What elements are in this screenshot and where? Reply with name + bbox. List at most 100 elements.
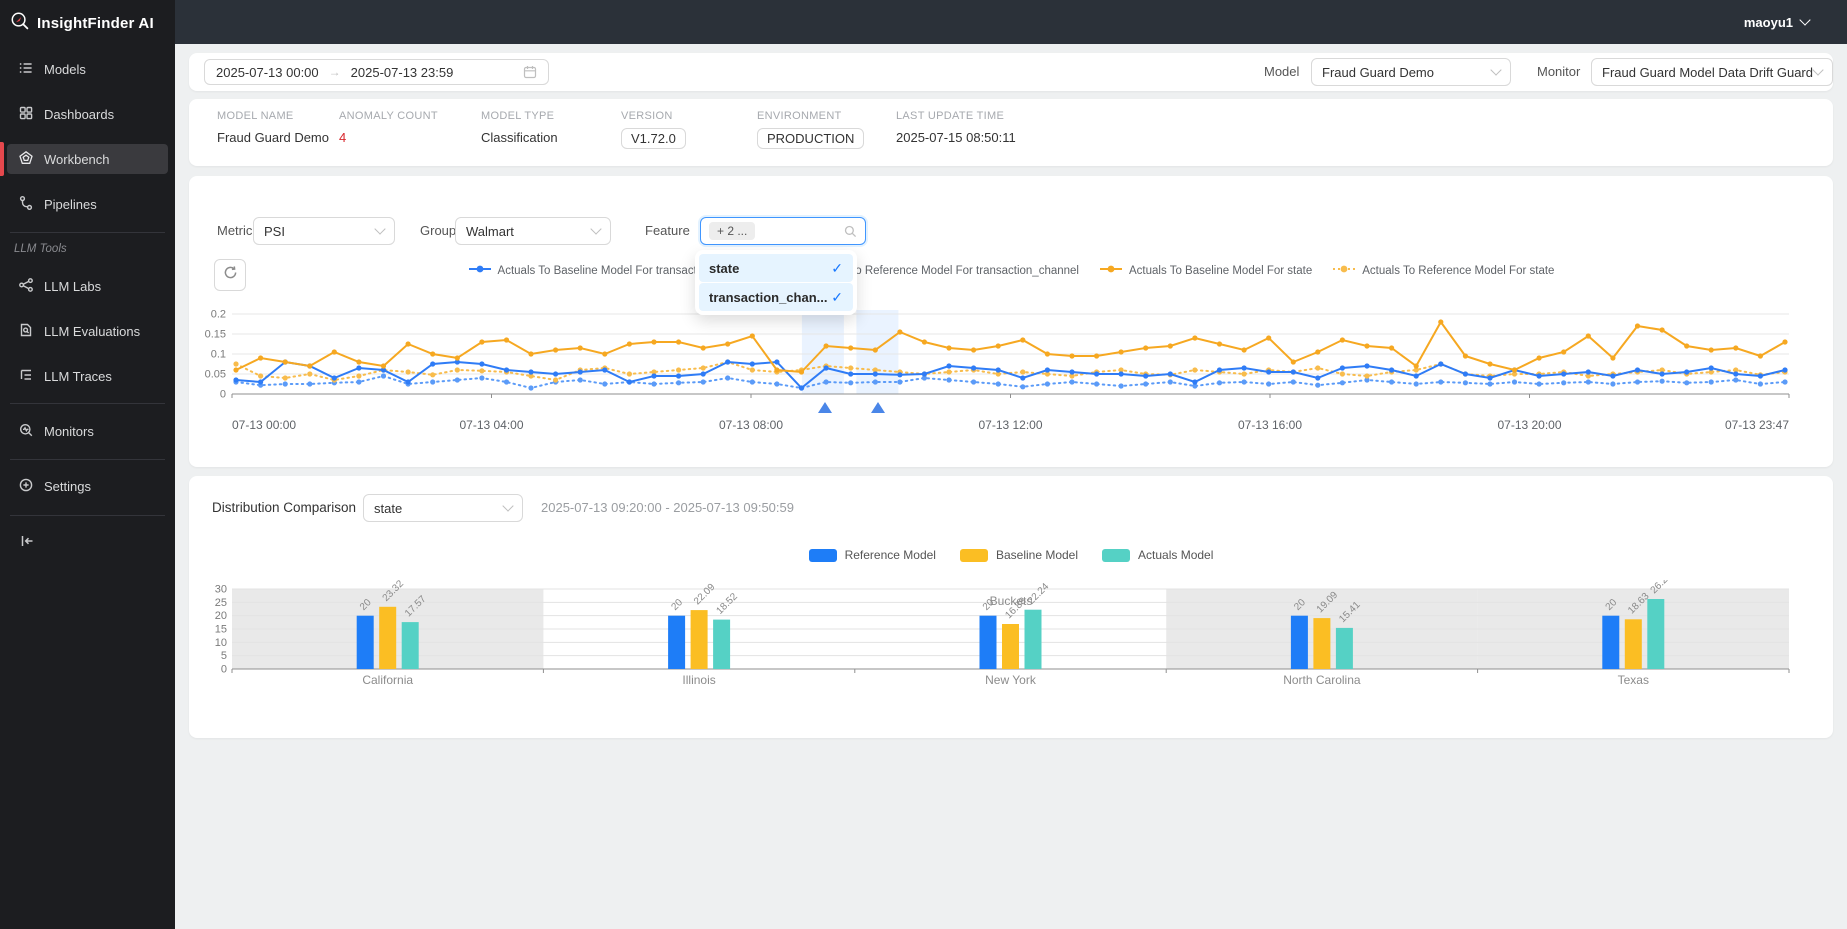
monitor-select-value: Fraud Guard Model Data Drift Guard (1602, 64, 1813, 80)
sidebar-item-label: Pipelines (44, 196, 97, 212)
anomaly-count-value: 4 (339, 130, 347, 145)
sidebar-item-pipelines[interactable]: Pipelines (7, 189, 168, 219)
calendar-icon (523, 65, 537, 79)
legend-swatch (808, 548, 837, 562)
x-axis-tick-label: 07-13 12:00 (978, 418, 1043, 432)
sidebar-divider (10, 515, 165, 516)
svg-text:0.2: 0.2 (211, 309, 226, 321)
field-value: Classification (481, 130, 558, 145)
svg-text:New York: New York (985, 673, 1037, 687)
legend-label: Actuals To Baseline Model For state (1129, 264, 1313, 277)
monitor-select-label: Monitor (1537, 64, 1581, 79)
feature-dropdown-menu: state ✓ transaction_chan... ✓ (695, 250, 857, 315)
distribution-select-value: state (374, 500, 403, 516)
date-start: 2025-07-13 00:00 (216, 64, 319, 80)
feature-multiselect[interactable]: + 2 ... (700, 217, 866, 245)
svg-text:California: California (362, 673, 413, 687)
chevron-down-icon (590, 223, 602, 235)
insightfinder-logo-icon (10, 11, 30, 36)
environment-badge: PRODUCTION (757, 128, 865, 149)
distribution-card: Distribution Comparison state 2025-07-13… (189, 476, 1833, 738)
svg-text:20: 20 (215, 610, 227, 622)
legend-marker (1332, 264, 1356, 277)
x-axis-tick-label: 07-13 00:00 (232, 418, 297, 432)
bar-chart-legend: Reference Model Baseline Model Actuals M… (189, 548, 1833, 562)
metric-select[interactable]: PSI (253, 217, 395, 245)
sidebar-item-monitors[interactable]: Monitors (7, 416, 168, 446)
dropdown-option-transaction-channel[interactable]: transaction_chan... ✓ (699, 283, 853, 311)
group-select-value: Walmart (466, 223, 514, 239)
x-axis-tick-label: 07-13 08:00 (718, 418, 784, 432)
sidebar-item-llm-evaluations[interactable]: LLM Evaluations (7, 316, 168, 346)
feature-select-label: Feature (645, 223, 690, 238)
search-icon (844, 225, 857, 238)
monitors-icon (18, 422, 34, 441)
user-menu[interactable]: maoyu1 (1744, 0, 1811, 44)
date-range-picker[interactable]: 2025-07-13 00:00 → 2025-07-13 23:59 (204, 59, 549, 85)
anomaly-count-field: ANOMALY COUNT 4 (339, 99, 438, 145)
date-end: 2025-07-13 23:59 (350, 64, 454, 80)
svg-text:5: 5 (221, 650, 227, 662)
drift-chart-card: Metric PSI Group Walmart Feature + 2 ...… (189, 176, 1833, 467)
sidebar-item-settings[interactable]: Settings (7, 471, 168, 501)
legend-swatch (1102, 548, 1131, 562)
check-icon: ✓ (831, 259, 843, 276)
bar-legend-item[interactable]: Actuals Model (1102, 548, 1213, 562)
distribution-title: Distribution Comparison (212, 500, 357, 515)
llm-labs-icon (18, 277, 34, 296)
dashboards-icon (18, 105, 34, 124)
model-select[interactable]: Fraud Guard Demo (1311, 58, 1511, 86)
sidebar-item-llm-traces[interactable]: LLM Traces (7, 361, 168, 391)
chevron-down-icon (374, 223, 386, 235)
sidebar-item-label: Models (44, 61, 86, 77)
sidebar-item-llm-labs[interactable]: LLM Labs (7, 271, 168, 301)
check-icon: ✓ (831, 288, 843, 305)
bar-legend-item[interactable]: Reference Model (808, 548, 936, 562)
model-name-field: MODEL NAME Fraud Guard Demo (217, 99, 329, 145)
sidebar-divider (10, 403, 165, 404)
sidebar-item-label: Settings (44, 478, 91, 494)
line-legend-item[interactable]: Actuals To Baseline Model For state (1099, 264, 1312, 277)
svg-text:Texas: Texas (1618, 673, 1649, 687)
brand-logo[interactable]: InsightFinder AI (0, 0, 175, 36)
field-label: ENVIRONMENT (757, 110, 842, 122)
top-bar: maoyu1 (175, 0, 1847, 44)
brand-name: InsightFinder AI (37, 15, 154, 32)
sidebar-item-label: Workbench (44, 151, 110, 167)
dropdown-option-state[interactable]: state ✓ (699, 254, 853, 282)
bar-legend-item[interactable]: Baseline Model (959, 548, 1078, 562)
field-label: VERSION (621, 110, 673, 122)
pipelines-icon (18, 195, 34, 214)
workbench-icon (18, 150, 34, 169)
monitor-select[interactable]: Fraud Guard Model Data Drift Guard (1591, 58, 1833, 86)
sidebar-collapse-button[interactable] (7, 527, 47, 557)
line-legend-item[interactable]: Actuals To Reference Model For state (1332, 264, 1554, 277)
svg-text:North Carolina: North Carolina (1283, 673, 1361, 687)
legend-marker (468, 264, 492, 277)
version-field: VERSION V1.72.0 (621, 99, 686, 149)
chevron-down-icon (502, 500, 514, 512)
distribution-feature-select[interactable]: state (363, 494, 523, 522)
chevron-down-icon (1812, 64, 1824, 76)
sidebar-item-workbench[interactable]: Workbench (7, 144, 168, 174)
svg-text:15: 15 (215, 624, 227, 636)
settings-icon (18, 477, 34, 496)
legend-marker (1099, 264, 1123, 277)
group-select[interactable]: Walmart (455, 217, 611, 245)
sidebar-item-dashboards[interactable]: Dashboards (7, 99, 168, 129)
sidebar-divider (10, 459, 165, 460)
psi-line-chart[interactable]: 0 0.05 0.1 0.15 0.2 07-13 00:00 07-13 04:00 07… (203, 306, 1793, 456)
group-select-label: Group (420, 223, 457, 238)
chevron-down-icon (1799, 14, 1811, 26)
x-axis-tick-label: 07-13 23:47 (1724, 418, 1789, 432)
svg-text:0.05: 0.05 (205, 369, 226, 381)
legend-label: Actuals Model (1138, 548, 1214, 562)
sidebar-item-label: Dashboards (44, 106, 115, 122)
x-axis-tick-label: 07-13 04:00 (459, 418, 524, 432)
option-label: state (709, 260, 740, 276)
anomaly-marker-icon[interactable] (871, 402, 886, 413)
sidebar-item-models[interactable]: Models (7, 54, 168, 84)
collapse-icon (18, 533, 36, 552)
anomaly-marker-icon[interactable] (818, 402, 833, 413)
active-indicator (0, 142, 4, 176)
